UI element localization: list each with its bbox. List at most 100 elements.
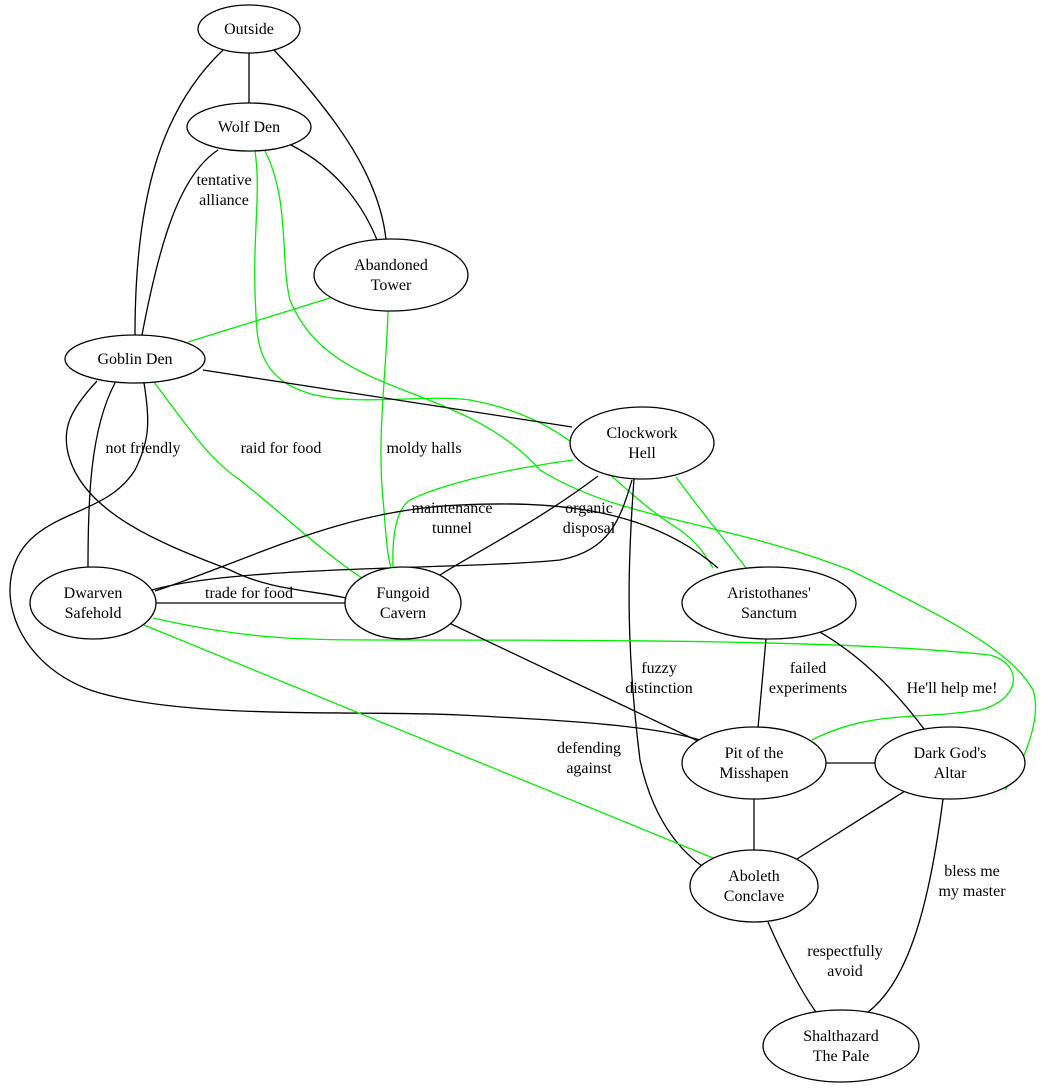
node-ellipse[interactable] [689,849,819,923]
node-aboleth[interactable]: Aboleth Conclave [689,849,819,923]
edge-pit-aboleth [796,790,906,860]
edge-label-line: tunnel [432,520,473,537]
edge-label-line: alliance [199,192,249,209]
node-clockwork[interactable]: Clockwork Hell [569,406,715,480]
node-label: Sanctum [741,605,798,622]
edge-tower-goblin-secret [187,297,331,343]
edge-label-line: defending [557,740,621,757]
edge-line [87,382,116,568]
edge-line [143,624,714,859]
node-ellipse[interactable] [874,726,1026,800]
node-darkgod[interactable]: Dark God's Altar [874,726,1026,800]
edge-label-line: bless me [944,863,1000,880]
node-label: Dwarven [64,585,123,602]
nodes-layer: Outside Wolf Den Abandoned Tower Goblin Den C… [29,4,1026,1083]
edge-label-line: failed [790,660,826,677]
edge-label-line: organic [565,500,613,517]
node-outside[interactable]: Outside [197,4,301,54]
edge-label-line: distinction [625,680,693,697]
edge-line [867,798,944,1013]
edge-dwarven-aristo-secret [152,617,1015,741]
edge-label-line: He'll help me! [907,680,998,697]
edge-label-line: experiments [769,680,847,697]
edge-line [153,381,363,579]
edge-tower-clockwork [87,382,116,568]
edge-line [767,921,817,1013]
node-label: Aboleth [728,868,780,885]
location-graph: tentative alliance moldy halls not friendly… [0,0,1037,1083]
edge-line [756,638,767,740]
node-label: Conclave [724,888,784,905]
edge-label: organic disposal [563,500,616,537]
node-label: Fungoid [376,585,429,602]
node-ellipse[interactable] [29,566,157,640]
edge-darkgod-shal [767,921,817,1013]
edge-goblin-fungoid-secret [380,310,392,568]
edge-label: maintenance tunnel [412,500,493,537]
node-fungoid[interactable]: Fungoid Cavern [344,566,462,640]
edge-darkgod-aboleth [867,798,944,1013]
edge-label: moldy halls [386,440,461,457]
node-label: Cavern [380,605,426,622]
node-label: Misshapen [719,765,788,782]
edge-label-line: moldy halls [386,440,461,457]
node-ellipse[interactable] [762,1009,920,1083]
edge-line [152,617,1015,741]
node-label: Pit of the [725,745,784,762]
edge-label-line: my master [938,883,1006,900]
node-ellipse[interactable] [569,406,715,480]
node-tower[interactable]: Abandoned Tower [313,238,469,312]
node-label: Wolf Den [218,119,280,136]
edge-line [796,790,906,860]
edge-line [290,144,378,241]
edge-label-line: respectfully [807,943,883,960]
node-label: Goblin Den [97,351,172,368]
node-ellipse[interactable] [344,566,462,640]
node-ellipse[interactable] [681,726,827,800]
node-pit[interactable]: Pit of the Misshapen [681,726,827,800]
node-label: Shalthazard [803,1028,879,1045]
node-ellipse[interactable] [313,238,469,312]
node-label: Abandoned [354,257,428,274]
node-goblin[interactable]: Goblin Den [64,334,206,384]
node-label: Altar [934,765,968,782]
edge-goblin-clockwork-secret [153,381,363,579]
node-shal[interactable]: Shalthazard The Pale [762,1009,920,1083]
edge-label: trade for food [205,585,293,602]
edge-label: respectfully avoid [807,943,883,980]
edge-fungoid-pit [756,638,767,740]
edge-wolf-tower [290,144,378,241]
node-wolf[interactable]: Wolf Den [186,102,312,152]
node-label: Hell [628,445,656,462]
edge-tower-fungoid [202,369,573,428]
node-label: Tower [371,277,412,294]
edge-label-line: fuzzy [641,660,677,677]
node-label: The Pale [813,1048,869,1065]
edge-label: bless me my master [938,863,1006,900]
edge-label: defending against [557,740,621,777]
node-aristo[interactable]: Aristothanes' Sanctum [681,566,857,640]
node-label: Aristothanes' [727,585,811,602]
edge-label-line: not friendly [105,440,180,457]
node-ellipse[interactable] [681,566,857,640]
edge-label: fuzzy distinction [625,660,693,697]
node-dwarven[interactable]: Dwarven Safehold [29,566,157,640]
edge-line [202,369,573,428]
edge-label: raid for food [241,440,322,457]
edge-label: not friendly [105,440,180,457]
edge-label-line: maintenance [412,500,493,517]
edge-goblin-fungoid [65,380,347,599]
edge-dwarven-pit-secret [143,624,714,859]
edge-line [380,310,392,568]
edge-label: tentative alliance [196,172,251,209]
edge-line [65,380,347,599]
edge-label-line: raid for food [241,440,322,457]
edge-label-line: against [566,760,612,777]
edge-label: failed experiments [769,660,847,697]
node-label: Dark God's [914,745,987,762]
edge-label-line: disposal [563,520,616,537]
edges-layer [10,50,1037,1013]
edge-label: He'll help me! [907,680,998,697]
node-label: Outside [224,21,274,38]
node-label: Safehold [65,605,122,622]
